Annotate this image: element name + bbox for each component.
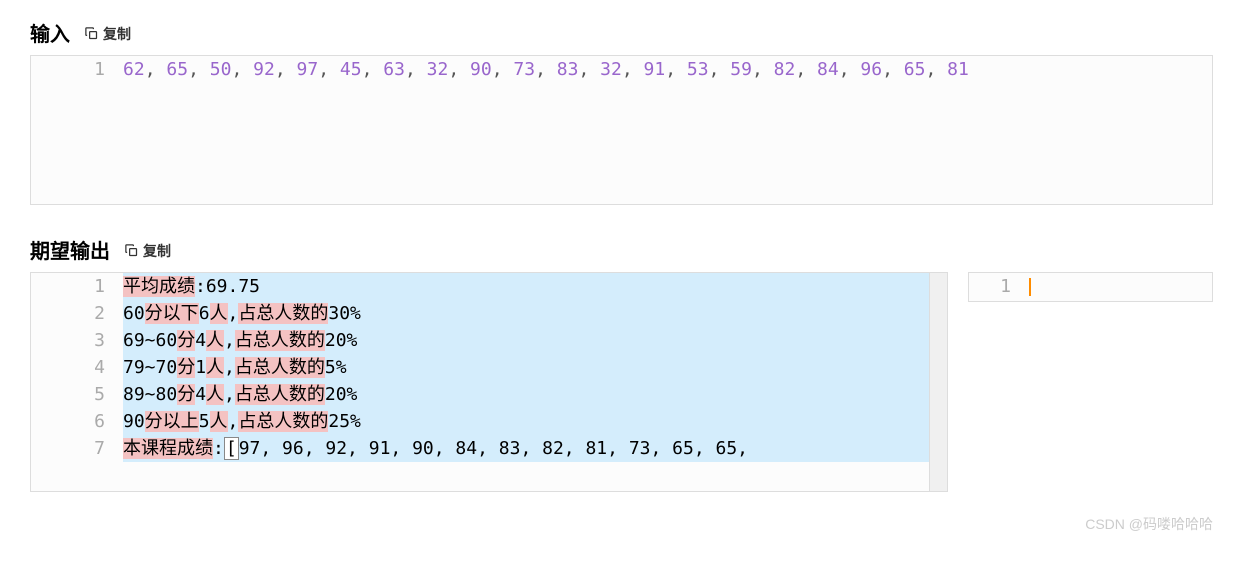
line-number: 4 xyxy=(31,354,123,381)
expected-title: 期望输出 xyxy=(30,235,110,264)
output-right-panel: 1 xyxy=(968,272,1213,302)
cursor-icon xyxy=(1029,278,1031,296)
code-row: 260分以下6人,占总人数的30% xyxy=(31,300,947,327)
vertical-scrollbar[interactable] xyxy=(929,273,947,491)
line-number: 1 xyxy=(31,273,123,300)
line-number: 1 xyxy=(969,273,1029,300)
copy-expected-button[interactable]: 复制 xyxy=(124,241,171,261)
copy-input-button[interactable]: 复制 xyxy=(84,24,131,44)
code-row: 1平均成绩:69.75 xyxy=(31,273,947,300)
output-left: 1平均成绩:69.75260分以下6人,占总人数的30%369~60分4人,占总… xyxy=(30,272,948,492)
input-title: 输入 xyxy=(30,18,70,47)
output-line-content: 90分以上5人,占总人数的25% xyxy=(123,408,947,435)
code-row: 690分以上5人,占总人数的25% xyxy=(31,408,947,435)
code-row: 1 62, 65, 50, 92, 97, 45, 63, 32, 90, 73… xyxy=(31,56,1212,83)
right-line-content xyxy=(1029,273,1212,300)
code-row: 369~60分4人,占总人数的20% xyxy=(31,327,947,354)
expected-output-section: 期望输出 复制 1平均成绩:69.75260分以下6人,占总人数的30%369~… xyxy=(30,235,1213,492)
output-line-content: 本课程成绩:[97, 96, 92, 91, 90, 84, 83, 82, 8… xyxy=(123,435,947,462)
output-line-content: 60分以下6人,占总人数的30% xyxy=(123,300,947,327)
input-code-area[interactable]: 1 62, 65, 50, 92, 97, 45, 63, 32, 90, 73… xyxy=(30,55,1213,205)
copy-icon xyxy=(84,26,99,41)
line-number: 6 xyxy=(31,408,123,435)
watermark: CSDN @码喽哈哈哈 xyxy=(1085,514,1213,534)
output-line-content: 69~60分4人,占总人数的20% xyxy=(123,327,947,354)
line-number: 7 xyxy=(31,435,123,462)
input-header: 输入 复制 xyxy=(30,18,1213,47)
right-code-area[interactable]: 1 xyxy=(968,272,1213,302)
code-row: 479~70分1人,占总人数的5% xyxy=(31,354,947,381)
line-number: 5 xyxy=(31,381,123,408)
code-row: 7本课程成绩:[97, 96, 92, 91, 90, 84, 83, 82, … xyxy=(31,435,947,462)
output-line-content: 79~70分1人,占总人数的5% xyxy=(123,354,947,381)
input-section: 输入 复制 1 62, 65, 50, 92, 97, 45, 63, 32, … xyxy=(30,18,1213,205)
copy-input-label: 复制 xyxy=(103,24,131,44)
line-number: 1 xyxy=(31,56,123,83)
copy-icon xyxy=(124,243,139,258)
code-row: 589~80分4人,占总人数的20% xyxy=(31,381,947,408)
input-line-content: 62, 65, 50, 92, 97, 45, 63, 32, 90, 73, … xyxy=(123,56,1212,83)
code-row: 1 xyxy=(969,273,1212,300)
expected-code-area[interactable]: 1平均成绩:69.75260分以下6人,占总人数的30%369~60分4人,占总… xyxy=(30,272,948,492)
line-number: 2 xyxy=(31,300,123,327)
output-container: 1平均成绩:69.75260分以下6人,占总人数的30%369~60分4人,占总… xyxy=(30,272,1213,492)
output-line-content: 平均成绩:69.75 xyxy=(123,273,947,300)
copy-expected-label: 复制 xyxy=(143,241,171,261)
expected-header: 期望输出 复制 xyxy=(30,235,1213,264)
line-number: 3 xyxy=(31,327,123,354)
output-line-content: 89~80分4人,占总人数的20% xyxy=(123,381,947,408)
